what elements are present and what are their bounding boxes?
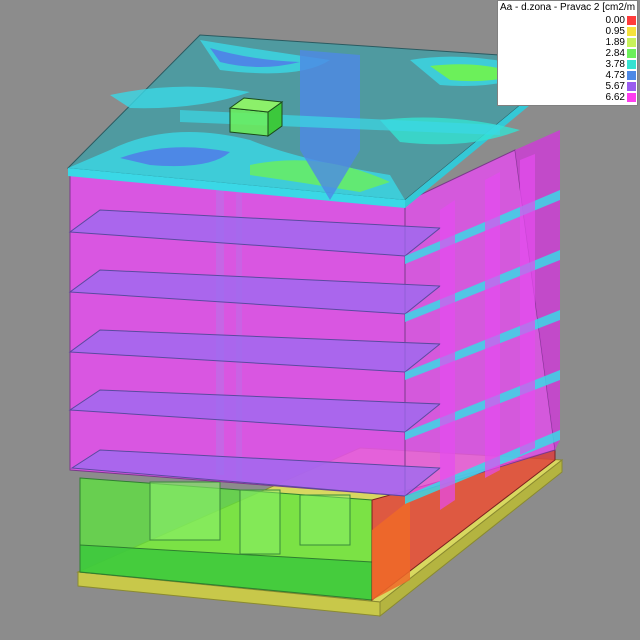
legend-value: 1.89 [605, 37, 625, 48]
roof-stair-box [228, 97, 284, 137]
legend-swatch [627, 93, 636, 102]
legend-row: 6.62 [498, 92, 637, 103]
legend-swatch [627, 82, 636, 91]
legend-row: 3.78 [498, 59, 637, 70]
legend-value: 6.62 [605, 92, 625, 103]
legend-value: 0.95 [605, 26, 625, 37]
legend-row: 4.73 [498, 70, 637, 81]
legend-swatch [627, 16, 636, 25]
legend-swatch [627, 71, 636, 80]
legend-value: 4.73 [605, 70, 625, 81]
legend-value: 5.67 [605, 81, 625, 92]
legend-swatch [627, 49, 636, 58]
legend-swatch [627, 38, 636, 47]
legend-swatch [627, 60, 636, 69]
legend-value: 3.78 [605, 59, 625, 70]
legend-title: Aa - d.zona - Pravac 2 [cm2/m [500, 2, 636, 13]
legend-value: 0.00 [605, 15, 625, 26]
legend-row: 1.89 [498, 37, 637, 48]
legend-row: 0.95 [498, 26, 637, 37]
legend-swatch [627, 27, 636, 36]
legend-value: 2.84 [605, 48, 625, 59]
legend-row: 2.84 [498, 48, 637, 59]
legend-row: 5.67 [498, 81, 637, 92]
result-legend: Aa - d.zona - Pravac 2 [cm2/m 0.00 0.95 1.… [497, 0, 638, 106]
legend-row: 0.00 [498, 15, 637, 26]
